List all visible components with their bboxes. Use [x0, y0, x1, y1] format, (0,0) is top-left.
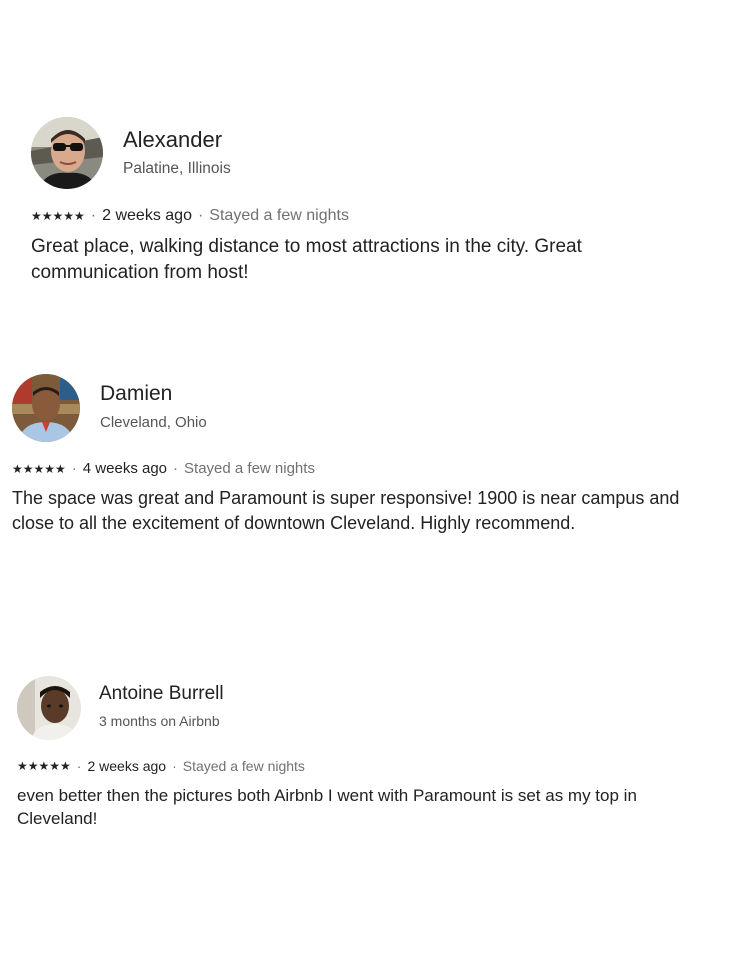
- avatar[interactable]: [12, 374, 80, 442]
- separator-dot: ·: [90, 207, 97, 224]
- stay-length: Stayed a few nights: [182, 758, 305, 774]
- review-text: The space was great and Paramount is sup…: [12, 488, 680, 533]
- review-meta: ★★★★★ · 2 weeks ago · Stayed a few night…: [17, 758, 305, 774]
- avatar[interactable]: [31, 117, 103, 189]
- review-header: Alexander Palatine, Illinois: [31, 117, 721, 189]
- separator-dot: ·: [76, 758, 82, 774]
- reviewer-name[interactable]: Alexander: [123, 127, 222, 153]
- separator-dot: ·: [173, 460, 179, 477]
- avatar[interactable]: [17, 676, 81, 740]
- reviewer-location: Cleveland, Ohio: [100, 414, 207, 431]
- review-date: 4 weeks ago: [82, 460, 168, 477]
- star-icon: ★★★★★: [12, 461, 66, 476]
- stay-length: Stayed a few nights: [184, 460, 315, 477]
- stay-length: Stayed a few nights: [209, 207, 349, 224]
- review-card: Antoine Burrell 3 months on Airbnb ★★★★★…: [17, 676, 707, 828]
- review-header: Antoine Burrell 3 months on Airbnb: [17, 676, 707, 740]
- star-rating: ★★★★★: [12, 463, 66, 475]
- review-meta: ★★★★★ · 2 weeks ago · Stayed a few night…: [31, 207, 349, 225]
- review-card: Alexander Palatine, Illinois ★★★★★ · 2 w…: [31, 117, 721, 283]
- separator-dot: ·: [197, 207, 204, 224]
- review-date: 2 weeks ago: [87, 758, 167, 774]
- separator-dot: ·: [172, 758, 177, 774]
- review-card: Damien Cleveland, Ohio ★★★★★ · 4 weeks a…: [12, 374, 722, 533]
- reviewer-location: Palatine, Illinois: [123, 160, 231, 177]
- star-icon: ★★★★★: [17, 759, 71, 773]
- review-meta: ★★★★★ · 4 weeks ago · Stayed a few night…: [12, 460, 315, 477]
- review-date: 2 weeks ago: [102, 207, 192, 224]
- star-rating: ★★★★★: [31, 210, 85, 222]
- review-text: even better then the pictures both Airbn…: [17, 786, 637, 829]
- reviewer-name[interactable]: Antoine Burrell: [99, 683, 224, 705]
- review-text: Great place, walking distance to most at…: [31, 236, 582, 284]
- star-icon: ★★★★★: [31, 209, 85, 223]
- star-rating: ★★★★★: [17, 760, 71, 772]
- separator-dot: ·: [71, 460, 77, 477]
- reviewer-name[interactable]: Damien: [100, 382, 172, 406]
- reviewer-tenure: 3 months on Airbnb: [99, 713, 220, 729]
- review-header: Damien Cleveland, Ohio: [12, 374, 722, 442]
